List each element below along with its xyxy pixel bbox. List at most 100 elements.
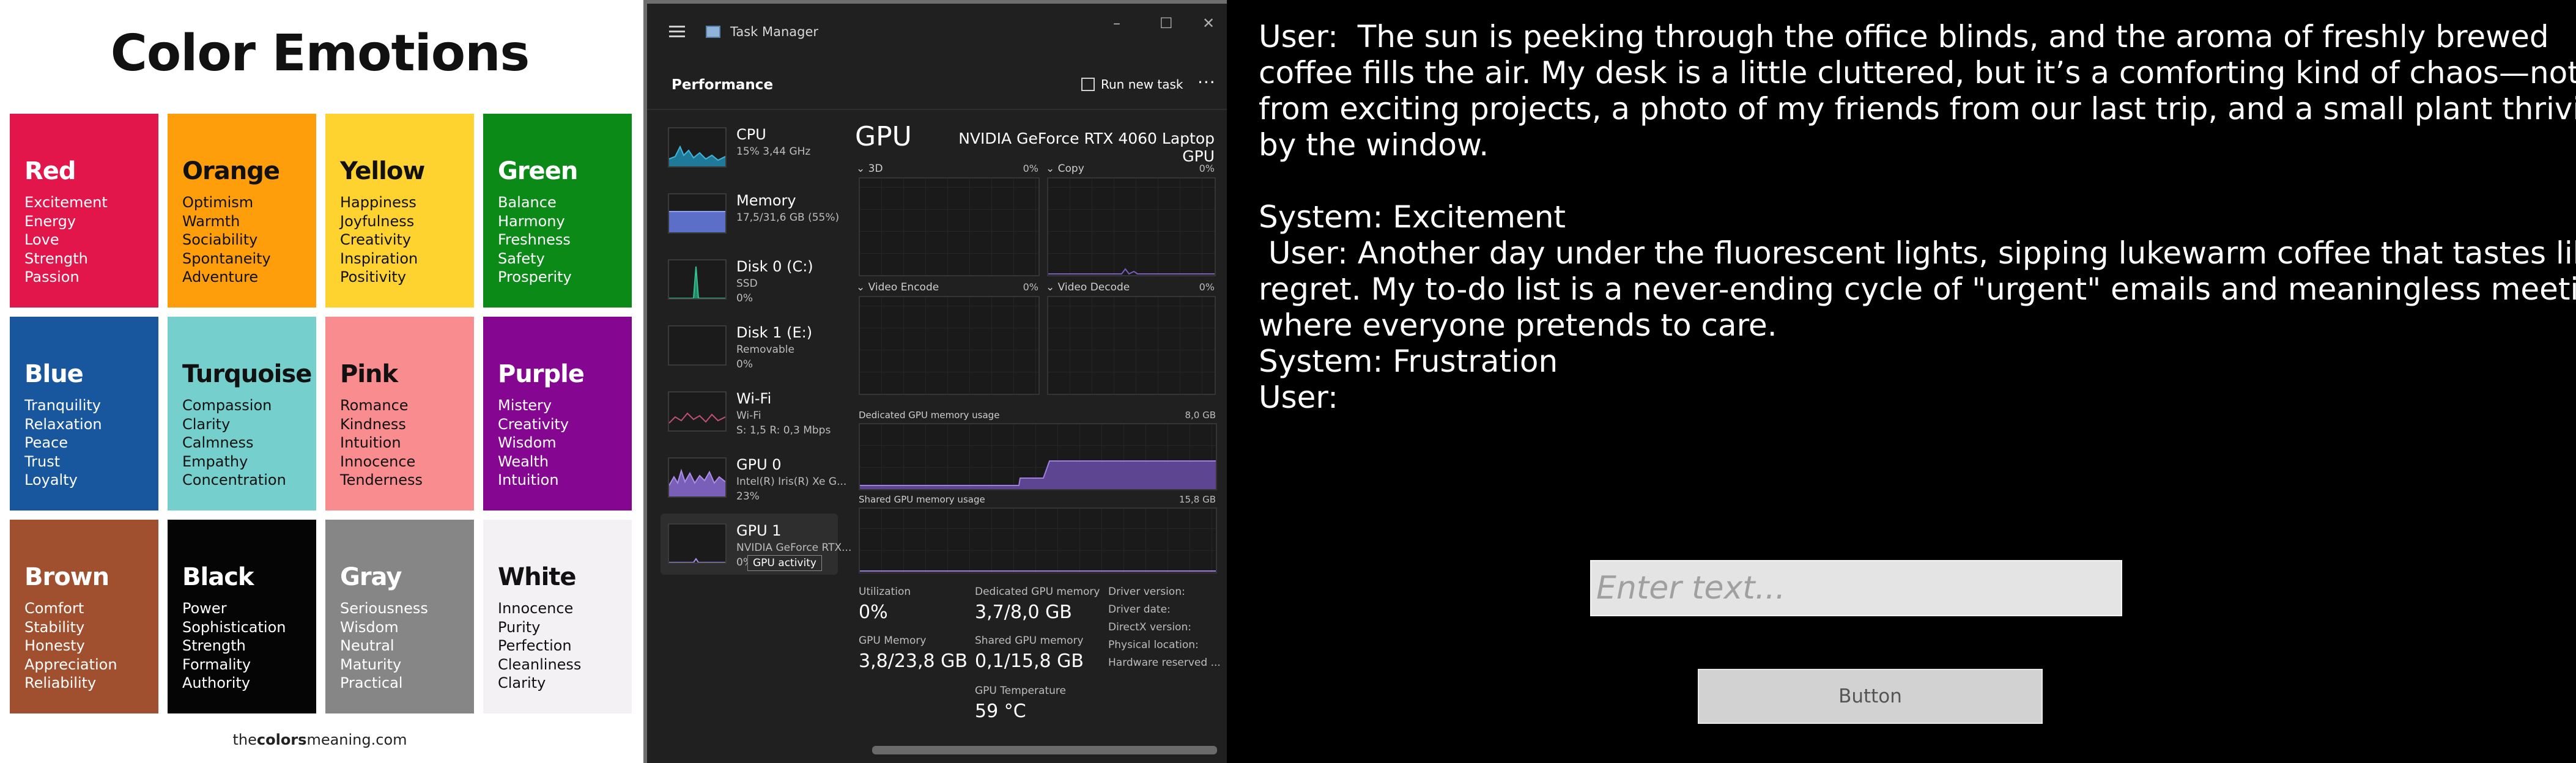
chat-line: User:: [1259, 380, 1338, 415]
run-new-task-button[interactable]: Run new task: [1081, 73, 1183, 95]
color-tile-brown: Brown Comfort Stability Honesty Appreciation…: [10, 520, 158, 713]
shared-memory-graph-label: Shared GPU memory usage: [859, 494, 985, 505]
engine-3d-graph: [859, 177, 1040, 276]
driver-info-label: Driver date:: [1108, 603, 1171, 616]
emotion-word: Appreciation: [24, 655, 117, 673]
sidebar-item-gpu-0[interactable]: GPU 0 Intel(R) Iris(R) Xe G... 23%: [661, 448, 846, 509]
sidebar-thumbnail-graph: [668, 259, 727, 300]
page-title: Performance: [672, 77, 774, 93]
emotion-word: Optimism: [182, 194, 254, 211]
utilization-label: Utilization: [859, 586, 911, 598]
sidebar-item-title: Disk 1 (E:): [736, 324, 813, 341]
sidebar-item-memory[interactable]: Memory 17,5/31,6 GB (55%): [661, 183, 840, 245]
engine-3d-label[interactable]: ⌄ 3D: [856, 163, 883, 175]
emotion-word: Creativity: [340, 231, 412, 248]
sidebar-item-wifi[interactable]: Wi-Fi Wi-Fi S: 1,5 R: 0,3 Mbps: [661, 382, 838, 443]
chat-text-input[interactable]: [1590, 560, 2122, 616]
emotion-word: Concentration: [182, 471, 286, 488]
engine-video-encode-value: 0%: [1023, 281, 1038, 293]
color-tile-name: Yellow: [340, 157, 425, 185]
engine-video-encode-label[interactable]: ⌄ Video Encode: [856, 281, 939, 293]
maximize-button[interactable]: ☐: [1160, 15, 1173, 32]
color-tile-gray: Gray Seriousness Wisdom Neutral Maturity Prac…: [325, 520, 474, 713]
sidebar-item-disk-1[interactable]: Disk 1 (E:) Removable 0%: [661, 315, 838, 377]
color-tile-name: White: [498, 563, 577, 591]
sidebar-item-detail: Wi-Fi: [736, 410, 761, 422]
gpu-heading: GPU: [855, 121, 912, 152]
chat-line: User: Another day under the fluorescent …: [1259, 235, 2576, 271]
engine-video-decode-label[interactable]: ⌄ Video Decode: [1046, 281, 1130, 293]
emotion-word: Clarity: [498, 674, 546, 691]
sidebar-item-title: Memory: [736, 192, 796, 209]
chat-line: System: Frustration: [1259, 344, 1558, 379]
emotion-word: Practical: [340, 674, 403, 691]
color-tile-name: Green: [498, 157, 578, 185]
engine-copy-text: Copy: [1057, 163, 1084, 175]
engine-copy-label[interactable]: ⌄ Copy: [1046, 163, 1084, 175]
emotion-word: Relaxation: [24, 415, 102, 433]
sidebar-item-disk-0[interactable]: Disk 0 (C:) SSD 0%: [661, 249, 838, 311]
color-emotions-infographic: Color Emotions Red Excitement Energy Love St…: [0, 0, 640, 763]
emotion-word: Cleanliness: [498, 655, 582, 673]
dedicated-memory-label: Dedicated GPU memory: [975, 586, 1100, 598]
horizontal-scrollbar[interactable]: [872, 746, 1217, 754]
more-options-button[interactable]: ···: [1197, 72, 1216, 92]
sidebar-item-detail-2: 0%: [736, 358, 753, 370]
emotion-word: Strength: [24, 249, 88, 267]
dedicated-memory-area: [860, 460, 1216, 489]
color-tile-name: Blue: [24, 360, 84, 388]
driver-info-label: Hardware reserved ...: [1108, 657, 1221, 669]
color-tile-name: Orange: [182, 157, 280, 185]
sidebar-thumbnail-graph: [668, 325, 727, 366]
footer-brand: colors: [256, 731, 307, 748]
emotion-word: Calmness: [182, 434, 254, 451]
sidebar-item-title: Disk 0 (C:): [736, 258, 813, 275]
hamburger-menu-icon[interactable]: [669, 26, 685, 38]
command-bar: Performance Run new task ···: [647, 59, 1227, 110]
emotion-word: Strength: [182, 637, 246, 654]
engine-copy-graph: [1047, 177, 1216, 276]
shared-memory-label: Shared GPU memory: [975, 635, 1084, 647]
engine-video-decode-graph: [1047, 296, 1216, 395]
emotion-list: Tranquility Relaxation Peace Trust Loyalty: [24, 396, 158, 490]
emotion-word: Joyfulness: [340, 212, 415, 230]
submit-button[interactable]: Button: [1698, 669, 2043, 724]
engine-video-decode-value: 0%: [1199, 281, 1215, 293]
emotion-word: Maturity: [340, 655, 402, 673]
color-tile-yellow: Yellow Happiness Joyfulness Creativity Inspi…: [325, 114, 474, 308]
sidebar-item-detail-2: S: 1,5 R: 0,3 Mbps: [736, 424, 831, 437]
close-button[interactable]: ✕: [1202, 15, 1215, 32]
emotion-word: Harmony: [498, 212, 565, 230]
emotion-word: Sophistication: [182, 618, 286, 636]
emotion-word: Happiness: [340, 194, 416, 211]
driver-info-label: DirectX version:: [1108, 621, 1191, 633]
color-tile-name: Brown: [24, 563, 109, 591]
emotion-word: Honesty: [24, 637, 85, 654]
sidebar-item-title: GPU 0: [736, 456, 782, 473]
color-tile-name: Red: [24, 157, 76, 185]
sidebar-item-detail: Removable: [736, 344, 794, 356]
emotion-word: Perfection: [498, 637, 572, 654]
engine-video-encode-graph: [859, 296, 1040, 395]
emotion-word: Intuition: [340, 434, 401, 451]
dedicated-memory-value: 3,7/8,0 GB: [975, 602, 1072, 623]
emotion-word: Formality: [182, 655, 251, 673]
emotion-list: Excitement Energy Love Strength Passion: [24, 193, 158, 287]
task-manager-window: Task Manager – ☐ ✕ Performance Run new t…: [643, 0, 1227, 763]
color-tile-name: Turquoise: [182, 360, 312, 388]
gpu-memory-label: GPU Memory: [859, 635, 927, 647]
sidebar-item-title: CPU: [736, 126, 766, 143]
emotion-word: Tranquility: [24, 397, 101, 414]
emotion-word: Neutral: [340, 637, 394, 654]
chat-line: regret. My to-do list is a never-ending …: [1259, 271, 2576, 307]
engine-copy-value: 0%: [1199, 163, 1215, 174]
dedicated-memory-graph-label: Dedicated GPU memory usage: [859, 410, 1000, 421]
engine-3d-text: 3D: [868, 163, 883, 175]
color-tile-name: Black: [182, 563, 254, 591]
sidebar-item-cpu[interactable]: CPU 15% 3,44 GHz: [661, 117, 838, 179]
sidebar-thumbnail-graph: [668, 193, 727, 234]
minimize-button[interactable]: –: [1113, 15, 1120, 32]
sidebar-item-detail: 17,5/31,6 GB (55%): [736, 212, 840, 224]
sidebar-item-detail: 15% 3,44 GHz: [736, 146, 811, 158]
emotion-word: Reliability: [24, 674, 97, 691]
